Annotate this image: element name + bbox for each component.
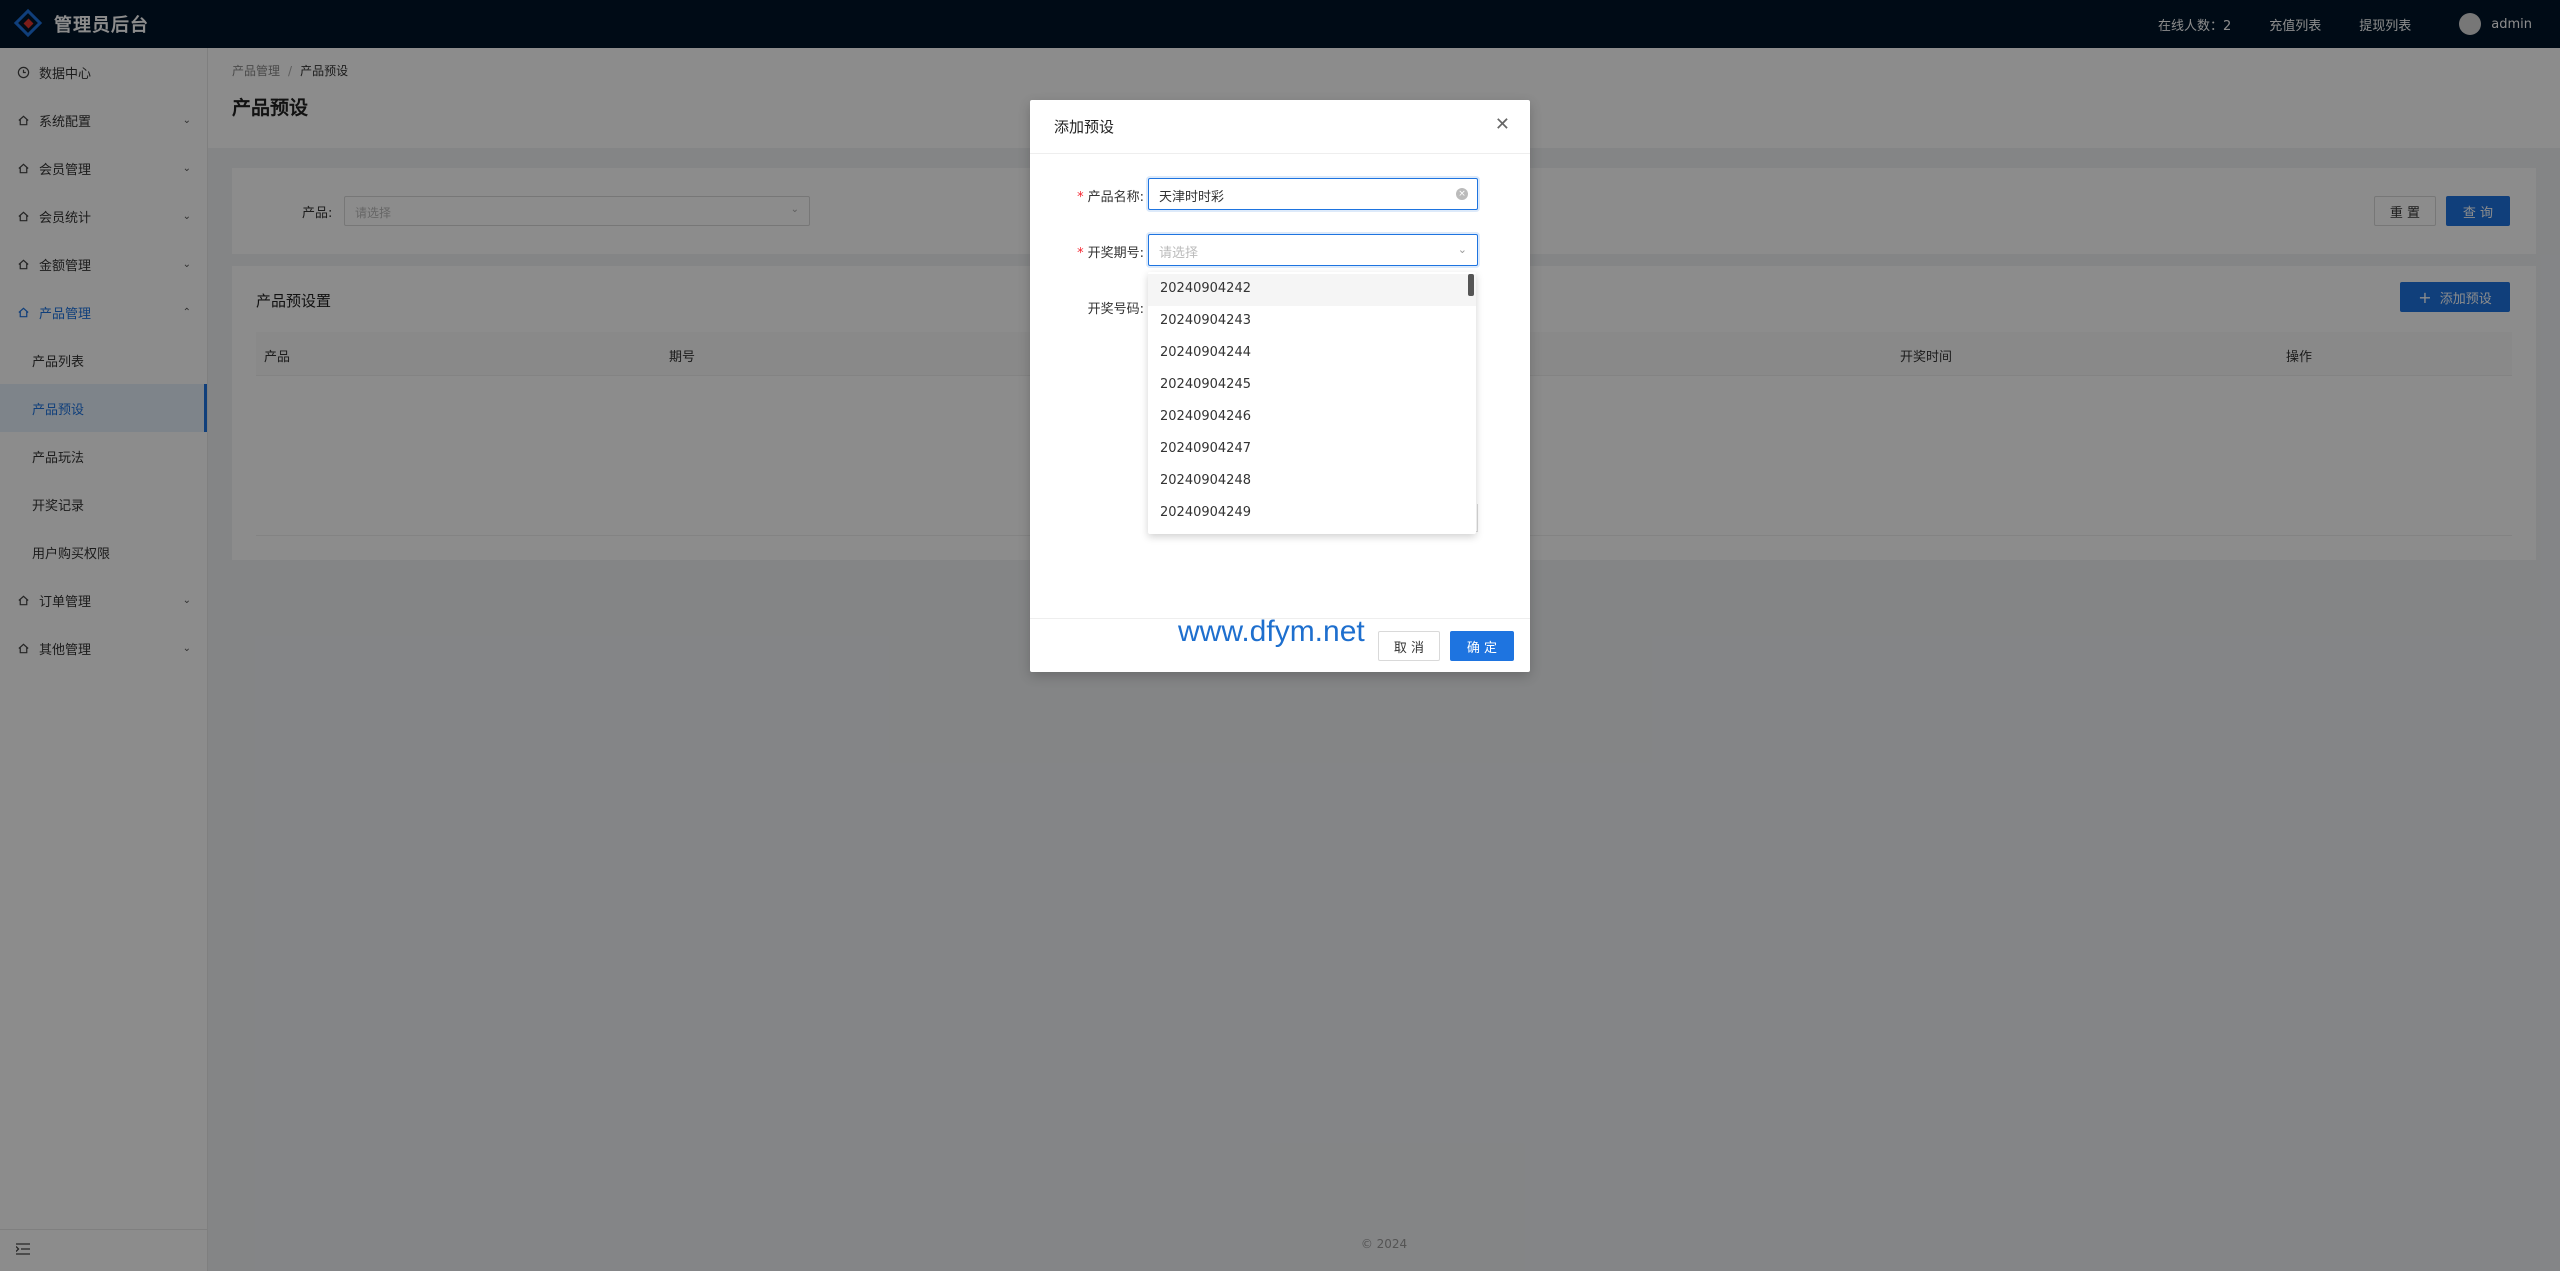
product-name-label: * 产品名称: <box>1077 190 1144 205</box>
draw-period-label-text: 开奖期号: <box>1087 246 1144 261</box>
dropdown-option[interactable]: 20240904246 <box>1148 402 1476 434</box>
dialog-footer: www.dfym.net 取 消 确 定 <box>1030 615 1530 672</box>
form-row-product-name: * 产品名称: 天津时时彩 × <box>1030 178 1530 210</box>
chevron-down-icon: ⌄ <box>1457 243 1467 256</box>
product-name-label-text: 产品名称: <box>1087 190 1144 205</box>
watermark: www.dfym.net <box>1178 615 1365 648</box>
product-name-select[interactable]: 天津时时彩 × <box>1148 178 1478 210</box>
dropdown-option[interactable]: 20240904247 <box>1148 434 1476 466</box>
draw-period-placeholder: 请选择 <box>1159 246 1199 261</box>
close-icon[interactable]: ✕ <box>1495 114 1510 135</box>
dropdown-option[interactable]: 20240904248 <box>1148 466 1476 498</box>
dropdown-option[interactable]: 20240904242 <box>1148 274 1476 306</box>
dropdown-option[interactable]: 20240904244 <box>1148 338 1476 370</box>
dialog-title: 添加预设 <box>1054 118 1115 136</box>
product-name-value: 天津时时彩 <box>1159 190 1225 205</box>
draw-period-dropdown: 20240904242 20240904243 20240904244 2024… <box>1148 272 1476 534</box>
dialog-header: 添加预设 ✕ <box>1030 100 1530 154</box>
ok-button[interactable]: 确 定 <box>1450 631 1514 661</box>
dropdown-option[interactable]: 20240904245 <box>1148 370 1476 402</box>
form-row-draw-period: * 开奖期号: 请选择 ⌄ <box>1030 234 1530 266</box>
dropdown-option[interactable]: 20240904249 <box>1148 498 1476 530</box>
cancel-button[interactable]: 取 消 <box>1378 631 1440 661</box>
clear-icon[interactable]: × <box>1456 188 1468 200</box>
dropdown-option[interactable]: 20240904243 <box>1148 306 1476 338</box>
dropdown-scrollbar[interactable] <box>1468 274 1474 296</box>
draw-period-select[interactable]: 请选择 ⌄ <box>1148 234 1478 266</box>
draw-period-label: * 开奖期号: <box>1077 246 1144 261</box>
draw-number-label: 开奖号码: <box>1087 302 1144 317</box>
